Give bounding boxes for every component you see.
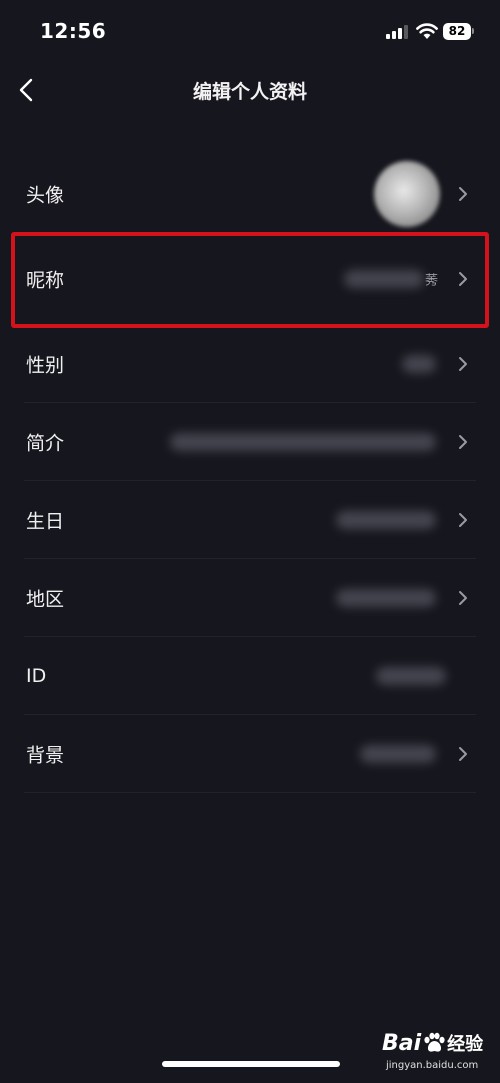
birthday-value-blurred [336,511,436,529]
watermark-product: 经验 [447,1034,484,1055]
row-nickname[interactable]: 昵称 莠 [0,233,500,325]
row-divider [24,792,476,793]
gender-value-blurred [402,355,436,373]
watermark-logo: Bai 经验 [382,1030,483,1056]
id-value-blurred [376,667,446,685]
row-label-birthday: 生日 [26,510,65,533]
row-label-id: ID [26,665,47,687]
chevron-right-icon [459,272,467,286]
chevron-right-icon [459,435,467,449]
page-title: 编辑个人资料 [192,81,307,103]
avatar[interactable] [374,161,440,227]
wifi-icon [416,23,438,39]
row-region[interactable]: 地区 [0,559,500,637]
row-birthday[interactable]: 生日 [0,481,500,559]
battery-indicator: 82 [443,22,475,40]
nickname-value-blurred [344,270,424,288]
bio-value-blurred [170,433,436,451]
nickname-value-suffix: 莠 [424,273,438,289]
status-time: 12:56 [40,19,107,43]
row-label-nickname: 昵称 [26,269,65,292]
battery-level: 82 [443,22,471,40]
watermark-brand: Bai [382,1030,422,1056]
row-label-avatar: 头像 [26,184,65,207]
chevron-right-icon [459,187,467,201]
watermark: Bai 经验 jingyan.baidu.com [382,1030,494,1078]
region-value-blurred [336,589,436,607]
row-bio[interactable]: 简介 [0,403,500,481]
row-background[interactable]: 背景 [0,715,500,793]
chevron-right-icon [459,513,467,527]
chevron-right-icon [459,357,467,371]
row-label-background: 背景 [26,744,65,767]
row-label-bio: 简介 [26,432,65,455]
profile-list: 头像 昵称 莠 性别 简介 生日 地区 ID 背景 [0,155,500,793]
chevron-right-icon [459,591,467,605]
background-value-blurred [360,745,436,763]
row-label-region: 地区 [26,588,65,611]
row-id[interactable]: ID [0,637,500,715]
row-avatar[interactable]: 头像 [0,155,500,233]
row-label-gender: 性别 [26,354,65,377]
nav-bar: 编辑个人资料 [0,62,500,118]
home-indicator[interactable] [162,1061,340,1067]
chevron-right-icon [459,747,467,761]
signal-icon [386,25,408,39]
row-gender[interactable]: 性别 [0,325,500,403]
watermark-url: jingyan.baidu.com [386,1060,479,1071]
battery-cap [472,28,474,34]
status-bar: 12:56 82 [0,0,500,62]
paw-icon [424,1032,445,1052]
